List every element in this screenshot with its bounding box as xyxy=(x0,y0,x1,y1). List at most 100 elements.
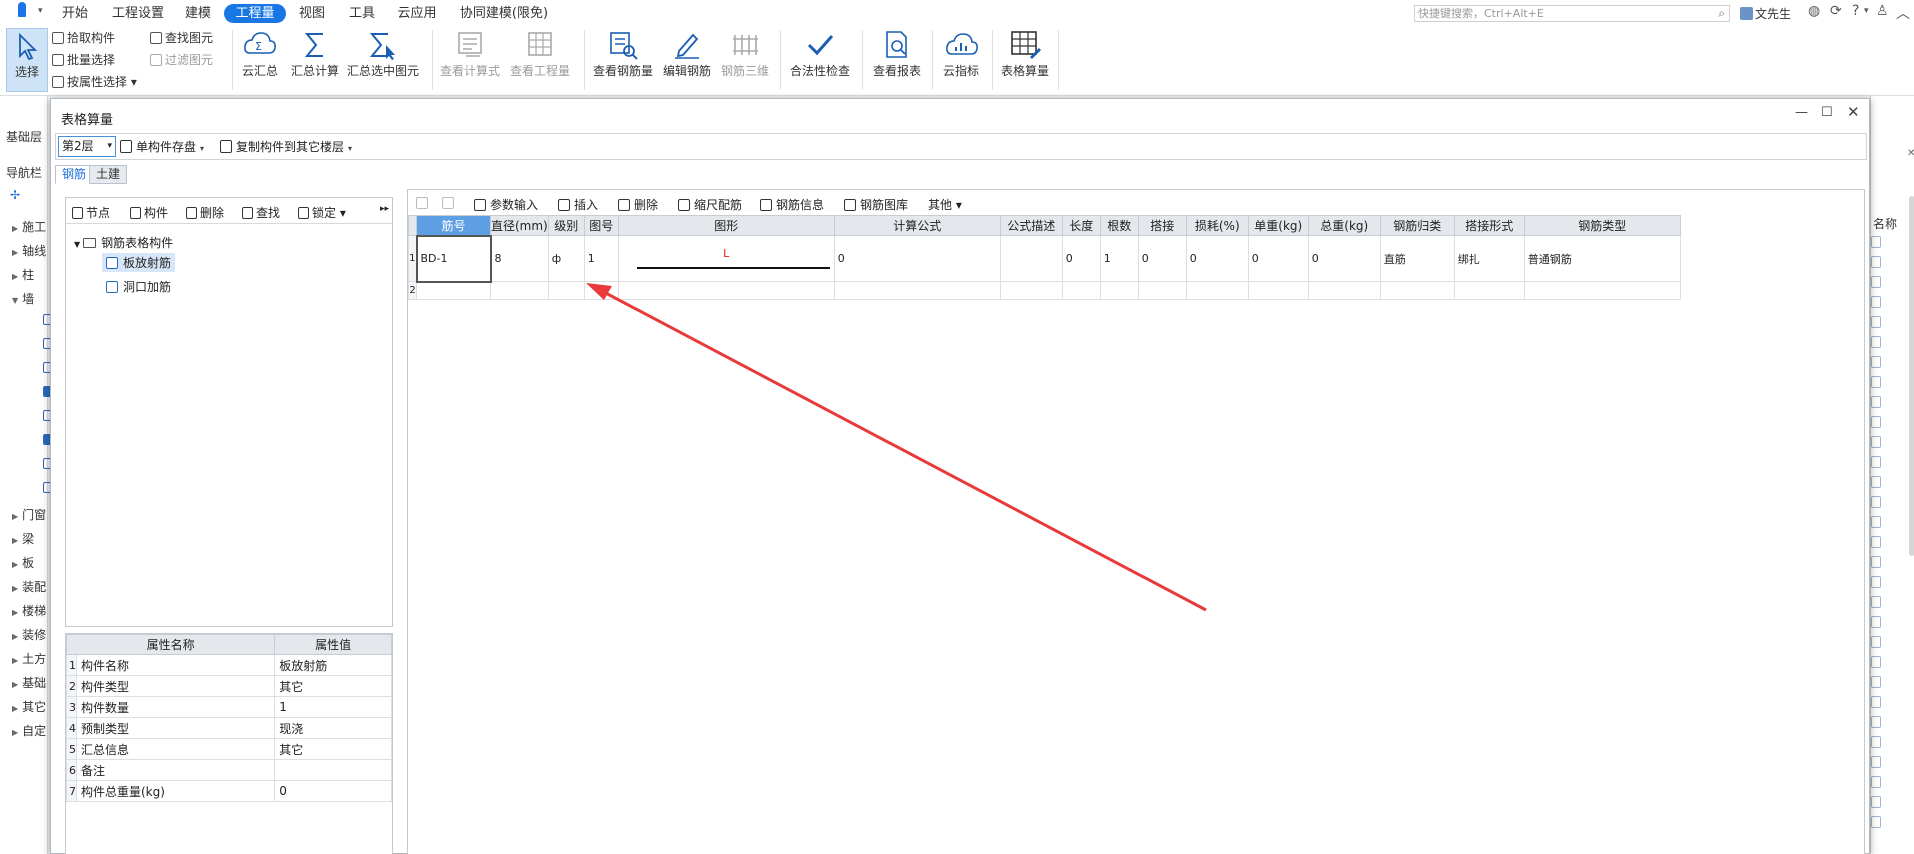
list-checkbox[interactable] xyxy=(1871,536,1881,548)
tab-cloud-apps[interactable]: 云应用 xyxy=(390,4,444,23)
tab-collab-modeling[interactable]: 协同建模(限免) xyxy=(454,4,554,23)
nav-item-custom[interactable]: ▶ 自定 xyxy=(12,722,46,739)
table-cell[interactable] xyxy=(490,281,549,300)
nav-item-stairs[interactable]: ▶ 楼梯 xyxy=(12,602,46,619)
list-checkbox[interactable] xyxy=(1871,576,1881,588)
tab-quantities[interactable]: 工程量 xyxy=(224,4,286,23)
list-checkbox[interactable] xyxy=(1871,716,1881,728)
prop-row[interactable]: 4 预制类型 现浇 xyxy=(66,717,392,739)
table-cell[interactable]: 0 xyxy=(1185,235,1249,282)
prop-value[interactable]: 板放射筋 xyxy=(274,654,392,676)
lock-button[interactable]: 锁定 ▾ xyxy=(298,204,346,221)
tab-project-settings[interactable]: 工程设置 xyxy=(106,4,170,23)
prop-value[interactable]: 现浇 xyxy=(274,717,392,739)
floor-select[interactable]: 第2层 ▾ xyxy=(58,136,116,157)
column-header[interactable]: 图形 xyxy=(617,215,835,236)
table-cell[interactable]: 0 xyxy=(1061,235,1101,282)
tab-view[interactable]: 视图 xyxy=(292,4,332,23)
tab-rebar[interactable]: 钢筋 xyxy=(55,165,94,184)
column-header[interactable]: 公式描述 xyxy=(999,215,1063,236)
nav-item-construction[interactable]: ▶ 施工 xyxy=(12,218,46,235)
sum-selected-button[interactable]: 汇总选中图元 xyxy=(346,26,420,92)
sync-icon[interactable]: ⟳ xyxy=(1830,3,1842,19)
list-checkbox[interactable] xyxy=(1871,236,1881,248)
help-dropdown-icon[interactable]: ▾ xyxy=(1864,6,1869,16)
other-menu-button[interactable]: 其他 ▾ xyxy=(928,196,962,213)
list-checkbox[interactable] xyxy=(1871,556,1881,568)
table-row[interactable]: 1 BD-1 8 ф 1 L 0 0 1 0 0 0 0 直筋 绑扎 普通钢筋 xyxy=(408,234,1681,283)
rebar-library-button[interactable]: 钢筋图库 xyxy=(844,196,908,213)
tab-tools[interactable]: 工具 xyxy=(342,4,382,23)
scrollbar[interactable] xyxy=(1909,196,1914,556)
move-up-button[interactable] xyxy=(416,196,432,210)
list-checkbox[interactable] xyxy=(1871,276,1881,288)
table-cell[interactable] xyxy=(547,281,585,300)
nav-item-foundation[interactable]: ▶ 基础 xyxy=(12,674,46,691)
chat-icon[interactable]: ◍ xyxy=(1808,3,1820,19)
prop-value[interactable]: 其它 xyxy=(274,675,392,697)
column-header[interactable]: 钢筋类型 xyxy=(1523,215,1681,236)
view-report-button[interactable]: 查看报表 xyxy=(868,26,926,92)
insert-button[interactable]: 插入 xyxy=(558,196,598,213)
prop-row[interactable]: 7 构件总重量(kg) 0 xyxy=(66,780,392,802)
rebar-shape[interactable]: L xyxy=(619,237,833,281)
tree-node-opening-rebar[interactable]: 洞口加筋 xyxy=(106,278,171,295)
table-cell[interactable] xyxy=(583,281,619,300)
list-checkbox[interactable] xyxy=(1871,496,1881,508)
table-cell[interactable] xyxy=(833,281,1001,300)
nav-item-prefab[interactable]: ▶ 装配 xyxy=(12,578,46,595)
list-checkbox[interactable] xyxy=(1871,736,1881,748)
delete-button[interactable]: 删除 xyxy=(186,204,224,221)
column-header[interactable]: 图号 xyxy=(583,215,619,236)
nav-item-axis[interactable]: ▶ 轴线 xyxy=(12,242,46,259)
list-checkbox[interactable] xyxy=(1871,636,1881,648)
table-cell[interactable] xyxy=(1307,281,1381,300)
table-cell[interactable] xyxy=(617,281,835,300)
add-node-button[interactable]: 节点 xyxy=(72,204,110,221)
list-checkbox[interactable] xyxy=(1871,796,1881,808)
pick-component-button[interactable]: 拾取构件 xyxy=(52,29,115,48)
list-checkbox[interactable] xyxy=(1871,656,1881,668)
minimize-icon[interactable]: — xyxy=(1795,105,1808,120)
table-cell[interactable] xyxy=(999,235,1063,282)
help-icon[interactable]: ? xyxy=(1852,3,1859,19)
param-input-button[interactable]: 参数输入 xyxy=(474,196,538,213)
column-header[interactable]: 单重(kg) xyxy=(1247,215,1309,236)
pin-icon[interactable]: ✢ xyxy=(10,188,20,202)
column-header[interactable]: 长度 xyxy=(1061,215,1101,236)
select-by-property-button[interactable]: 按属性选择 ▾ xyxy=(52,73,137,92)
list-checkbox[interactable] xyxy=(1871,616,1881,628)
list-checkbox[interactable] xyxy=(1871,356,1881,368)
list-checkbox[interactable] xyxy=(1871,516,1881,528)
column-header[interactable]: 级别 xyxy=(547,215,585,236)
nav-item-other[interactable]: ▶ 其它 xyxy=(12,698,46,715)
prop-value[interactable] xyxy=(274,759,392,781)
prop-row[interactable]: 3 构件数量 1 xyxy=(66,696,392,718)
rebar-3d-button[interactable]: 钢筋三维 xyxy=(718,26,772,92)
table-cell[interactable]: 0 xyxy=(1247,235,1309,282)
tab-start[interactable]: 开始 xyxy=(52,4,98,23)
find-button[interactable]: 查找 xyxy=(242,204,280,221)
view-formula-button[interactable]: 查看计算式 xyxy=(438,26,502,92)
list-checkbox[interactable] xyxy=(1871,376,1881,388)
cloud-index-button[interactable]: 云指标 xyxy=(938,26,984,92)
nav-item-earthwork[interactable]: ▶ 土方 xyxy=(12,650,46,667)
column-header[interactable]: 计算公式 xyxy=(833,215,1001,236)
view-quantity-button[interactable]: 查看工程量 xyxy=(508,26,572,92)
table-cell[interactable] xyxy=(999,281,1063,300)
add-component-button[interactable]: 构件 xyxy=(130,204,168,221)
prop-row[interactable]: 6 备注 xyxy=(66,759,392,781)
table-cell[interactable]: 绑扎 xyxy=(1453,235,1525,282)
column-header[interactable]: 搭接 xyxy=(1137,215,1187,236)
table-cell[interactable]: 1 xyxy=(583,235,619,282)
list-checkbox[interactable] xyxy=(1871,416,1881,428)
shortcut-search-input[interactable]: 快捷键搜索，Ctrl+Alt+E ⌕ xyxy=(1414,5,1730,22)
column-header[interactable]: 直径(mm) xyxy=(490,215,549,236)
search-icon[interactable]: ⌕ xyxy=(1718,6,1725,21)
save-single-button[interactable]: 单构件存盘 ▾ xyxy=(120,138,204,155)
list-checkbox[interactable] xyxy=(1871,396,1881,408)
column-header[interactable]: 钢筋归类 xyxy=(1379,215,1455,236)
prop-row[interactable]: 5 汇总信息 其它 xyxy=(66,738,392,760)
tab-modeling[interactable]: 建模 xyxy=(178,4,218,23)
table-cell[interactable] xyxy=(1247,281,1309,300)
